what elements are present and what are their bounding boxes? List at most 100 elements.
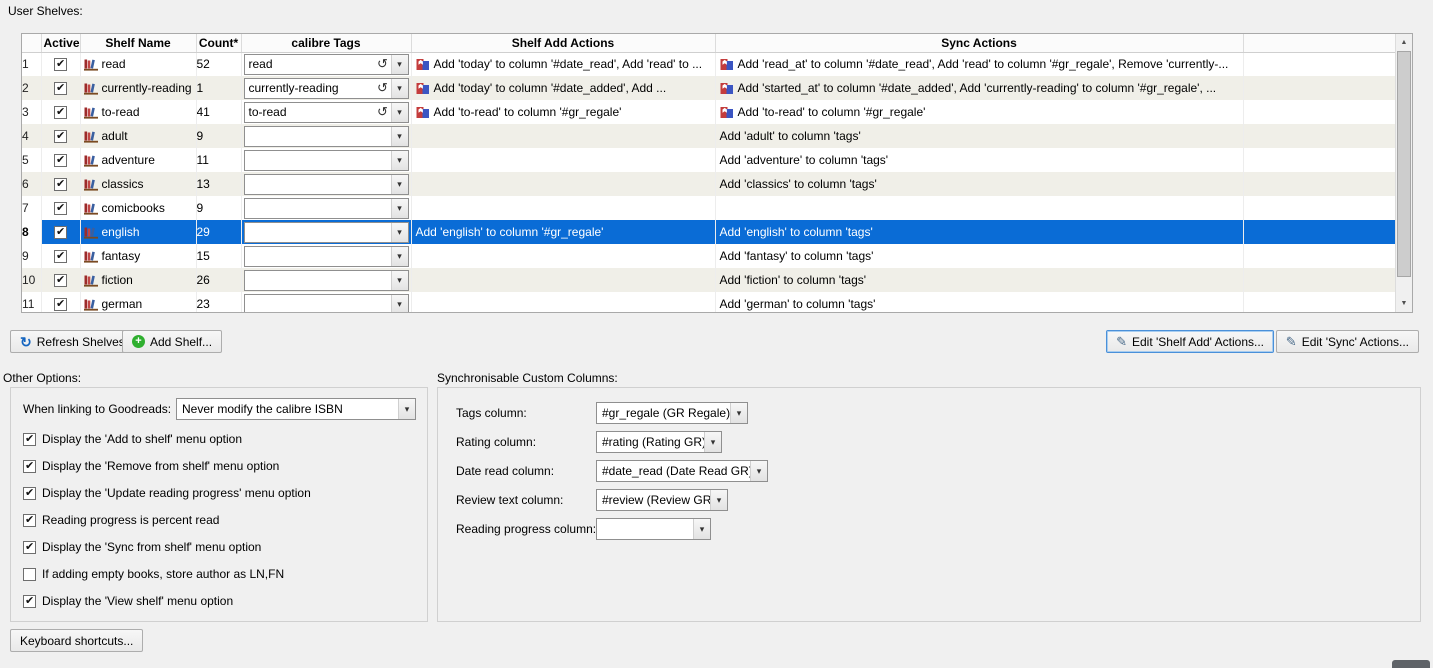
checkbox-progress-percent-read[interactable]: Reading progress is percent read bbox=[23, 513, 219, 527]
calibre-tags-combo[interactable]: ▾ bbox=[243, 197, 409, 219]
active-checkbox[interactable] bbox=[54, 177, 67, 192]
checkbox-box[interactable] bbox=[23, 540, 36, 554]
shelf-row[interactable]: 5 adventure 11 ▾ Add 'adventure' to column '… bbox=[22, 148, 1398, 172]
chevron-down-icon[interactable]: ▾ bbox=[390, 222, 408, 242]
shelf-row[interactable]: 4 adult 9 ▾ Add 'adult' to column 'tags' bbox=[22, 124, 1398, 148]
col-header-shelf-name[interactable]: Shelf Name bbox=[80, 34, 197, 53]
scrollbar-thumb[interactable] bbox=[1397, 51, 1411, 277]
chevron-down-icon[interactable]: ▾ bbox=[390, 270, 408, 290]
calibre-tags-cell[interactable]: ▾ bbox=[241, 172, 412, 196]
active-cell[interactable] bbox=[41, 100, 81, 124]
calibre-tags-combo[interactable]: to-read ↺ ▾ bbox=[243, 101, 409, 123]
checkbox-remove-from-shelf[interactable]: Display the 'Remove from shelf' menu opt… bbox=[23, 459, 279, 473]
row-number-cell[interactable]: 11 bbox=[22, 292, 42, 312]
calibre-tags-cell[interactable]: read ↺ ▾ bbox=[241, 52, 412, 76]
checkbox-box[interactable] bbox=[23, 513, 36, 527]
row-number-cell[interactable]: 6 bbox=[22, 172, 42, 196]
chevron-down-icon[interactable]: ▾ bbox=[390, 102, 408, 122]
calibre-tags-cell[interactable]: ▾ bbox=[241, 268, 412, 292]
keyboard-shortcuts-button[interactable]: Keyboard shortcuts... bbox=[10, 629, 144, 652]
active-checkbox[interactable] bbox=[54, 225, 67, 240]
calibre-tags-cell[interactable]: ▾ bbox=[241, 244, 412, 268]
active-checkbox[interactable] bbox=[54, 153, 67, 168]
shelf-name-cell[interactable]: read bbox=[80, 52, 197, 76]
shelf-add-actions-cell[interactable]: Add 'today' to column '#date_read', Add … bbox=[411, 52, 716, 76]
row-number-cell[interactable]: 10 bbox=[22, 268, 42, 292]
refresh-tag-icon[interactable]: ↺ bbox=[375, 104, 391, 120]
sync-actions-cell[interactable]: Add 'classics' to column 'tags' bbox=[715, 172, 1244, 196]
shelf-name-cell[interactable]: fantasy bbox=[80, 244, 197, 268]
shelf-add-actions-cell[interactable] bbox=[411, 292, 716, 312]
shelf-add-actions-cell[interactable] bbox=[411, 124, 716, 148]
chevron-down-icon[interactable]: ▾ bbox=[390, 54, 408, 74]
calibre-tags-cell[interactable]: ▾ bbox=[241, 148, 412, 172]
shelf-name-cell[interactable]: classics bbox=[80, 172, 197, 196]
shelf-add-actions-cell[interactable] bbox=[411, 172, 716, 196]
chevron-down-icon[interactable]: ▾ bbox=[390, 78, 408, 98]
sync-actions-cell[interactable]: Add 'german' to column 'tags' bbox=[715, 292, 1244, 312]
col-header-calibre-tags[interactable]: calibre Tags bbox=[241, 34, 412, 53]
shelf-name-cell[interactable]: german bbox=[80, 292, 197, 312]
checkbox-box[interactable] bbox=[23, 567, 36, 581]
checkbox-author-ln-fn[interactable]: If adding empty books, store author as L… bbox=[23, 567, 284, 581]
row-number-cell[interactable]: 5 bbox=[22, 148, 42, 172]
row-number-cell[interactable]: 3 bbox=[22, 100, 42, 124]
active-checkbox[interactable] bbox=[54, 201, 67, 216]
active-checkbox[interactable] bbox=[54, 57, 67, 72]
row-number-cell[interactable]: 2 bbox=[22, 76, 42, 100]
checkbox-view-shelf[interactable]: Display the 'View shelf' menu option bbox=[23, 594, 233, 608]
sync-actions-cell[interactable] bbox=[715, 196, 1244, 220]
shelf-name-cell[interactable]: english bbox=[80, 220, 197, 244]
active-cell[interactable] bbox=[41, 124, 81, 148]
row-number-cell[interactable]: 9 bbox=[22, 244, 42, 268]
checkbox-box[interactable] bbox=[23, 432, 36, 446]
chevron-down-icon[interactable]: ▾ bbox=[390, 198, 408, 218]
date-read-column-combo[interactable]: #date_read (Date Read GR) ▾ bbox=[596, 460, 768, 482]
shelf-row[interactable]: 3 to-read 41 to-read ↺▾ Add 'to-read' to colu… bbox=[22, 100, 1398, 124]
reading-progress-column-combo[interactable]: ▾ bbox=[596, 518, 711, 540]
active-cell[interactable] bbox=[41, 148, 81, 172]
chevron-down-icon[interactable]: ▾ bbox=[704, 432, 721, 452]
sync-actions-cell[interactable]: Add 'fantasy' to column 'tags' bbox=[715, 244, 1244, 268]
refresh-shelves-button[interactable]: ↻ Refresh Shelves bbox=[10, 330, 135, 353]
shelf-name-cell[interactable]: to-read bbox=[80, 100, 197, 124]
calibre-tags-combo[interactable]: read ↺ ▾ bbox=[243, 53, 409, 75]
shelf-name-cell[interactable]: comicbooks bbox=[80, 196, 197, 220]
checkbox-box[interactable] bbox=[23, 459, 36, 473]
edit-shelf-add-actions-button[interactable]: ✎ Edit 'Shelf Add' Actions... bbox=[1106, 330, 1274, 353]
row-number-cell[interactable]: 8 bbox=[22, 220, 42, 244]
calibre-tags-cell[interactable]: ▾ bbox=[241, 220, 412, 244]
chevron-down-icon[interactable]: ▾ bbox=[390, 126, 408, 146]
shelf-row[interactable]: 10 fiction 26 ▾ Add 'fiction' to column 'tag… bbox=[22, 268, 1398, 292]
shelf-row[interactable]: 11 german 23 ▾ Add 'german' to column 'tags' bbox=[22, 292, 1398, 312]
shelf-name-cell[interactable]: currently-reading bbox=[80, 76, 197, 100]
shelf-add-actions-cell[interactable]: Add 'today' to column '#date_added', Add… bbox=[411, 76, 716, 100]
active-cell[interactable] bbox=[41, 172, 81, 196]
sync-actions-cell[interactable]: Add 'fiction' to column 'tags' bbox=[715, 268, 1244, 292]
shelf-add-actions-cell[interactable]: Add 'english' to column '#gr_regale' bbox=[411, 220, 716, 244]
calibre-tags-combo[interactable]: ▾ bbox=[243, 149, 409, 171]
refresh-tag-icon[interactable]: ↺ bbox=[375, 80, 391, 96]
active-cell[interactable] bbox=[41, 220, 81, 244]
row-number-cell[interactable]: 4 bbox=[22, 124, 42, 148]
scroll-down-button[interactable]: ▼ bbox=[1396, 295, 1412, 312]
shelf-row[interactable]: 6 classics 13 ▾ Add 'classics' to column 'ta… bbox=[22, 172, 1398, 196]
shelf-row[interactable]: 8 english 29 ▾ Add 'english' to column '#gr_… bbox=[22, 220, 1398, 244]
tags-column-combo[interactable]: #gr_regale (GR Regale) ▾ bbox=[596, 402, 748, 424]
calibre-tags-combo[interactable]: ▾ bbox=[243, 173, 409, 195]
vertical-scrollbar[interactable]: ▲ ▼ bbox=[1395, 34, 1412, 312]
active-cell[interactable] bbox=[41, 196, 81, 220]
chevron-down-icon[interactable]: ▾ bbox=[390, 294, 408, 312]
sync-actions-cell[interactable]: Add 'started_at' to column '#date_added'… bbox=[715, 76, 1244, 100]
shelf-add-actions-cell[interactable] bbox=[411, 148, 716, 172]
refresh-tag-icon[interactable]: ↺ bbox=[375, 56, 391, 72]
active-cell[interactable] bbox=[41, 76, 81, 100]
chevron-down-icon[interactable]: ▾ bbox=[390, 150, 408, 170]
shelf-name-cell[interactable]: adult bbox=[80, 124, 197, 148]
calibre-tags-cell[interactable]: ▾ bbox=[241, 196, 412, 220]
shelf-name-cell[interactable]: adventure bbox=[80, 148, 197, 172]
checkbox-update-reading-progress[interactable]: Display the 'Update reading progress' me… bbox=[23, 486, 311, 500]
sync-actions-cell[interactable]: Add 'english' to column 'tags' bbox=[715, 220, 1244, 244]
scroll-up-button[interactable]: ▲ bbox=[1396, 34, 1412, 51]
shelf-row[interactable]: 1 read 52 read ↺▾ Add 'today' to column '#dat… bbox=[22, 52, 1398, 76]
